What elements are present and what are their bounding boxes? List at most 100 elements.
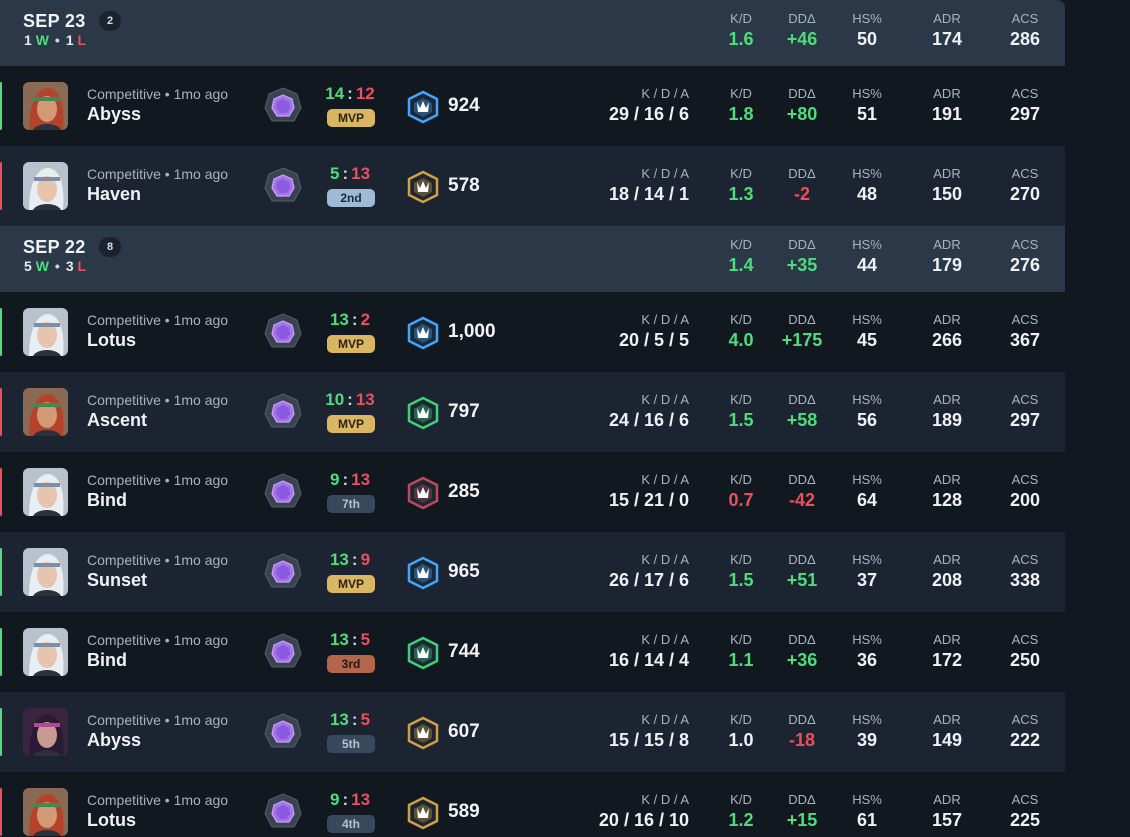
- day-wins: 5: [24, 258, 32, 274]
- agent-portrait-white-hair: [23, 162, 68, 210]
- kd-label: K/D: [730, 392, 752, 407]
- match-row[interactable]: Competitive • 1mo ago Abyss 13:5 5th 607…: [0, 692, 1065, 772]
- score-us: 13: [329, 550, 349, 569]
- losses-label: L: [77, 32, 87, 48]
- map-name: Lotus: [87, 810, 136, 830]
- hs-label: HS%: [852, 166, 882, 181]
- dd-label: DDΔ: [788, 792, 816, 807]
- dd-stat: DDΔ -2: [767, 146, 837, 205]
- match-row[interactable]: Competitive • 1mo ago Bind 13:5 3rd 744 …: [0, 612, 1065, 692]
- kd-label: K/D: [730, 552, 752, 567]
- day-losses: 3: [65, 258, 74, 274]
- match-row[interactable]: Competitive • 1mo ago Bind 9:13 7th 285 …: [0, 452, 1065, 532]
- match-row[interactable]: Competitive • 1mo ago Haven 5:13 2nd 578…: [0, 146, 1065, 226]
- hs-label: HS%: [852, 237, 882, 252]
- result-accent-bar: [0, 468, 2, 516]
- acs-stat: ACS 250: [990, 612, 1060, 671]
- dd-stat: DDΔ +80: [767, 66, 837, 125]
- score-them: 9: [360, 550, 371, 569]
- acs-label: ACS: [1011, 11, 1039, 26]
- agent-portrait-white-hair: [23, 548, 68, 596]
- kda-label: K / D / A: [641, 712, 689, 727]
- score-them: 13: [351, 790, 371, 809]
- acs-label: ACS: [1011, 312, 1039, 327]
- match-row[interactable]: Competitive • 1mo ago Sunset 13:9 MVP 96…: [0, 532, 1065, 612]
- acs-label: ACS: [1011, 392, 1039, 407]
- dd-label: DDΔ: [788, 11, 816, 26]
- hs-value: 39: [856, 730, 878, 750]
- performance-rank-icon: [406, 476, 440, 510]
- dd-value: +175: [781, 330, 823, 350]
- match-mode-time: Competitive • 1mo ago: [87, 392, 229, 408]
- adr-value: 191: [931, 104, 963, 124]
- result-accent-bar: [0, 548, 2, 596]
- dd-value: -18: [788, 730, 815, 750]
- acs-value: 286: [1009, 29, 1041, 49]
- map-name: Ascent: [87, 410, 148, 430]
- dd-value: -42: [788, 490, 815, 510]
- acs-label: ACS: [1011, 166, 1039, 181]
- agent-portrait-red-hair: [23, 388, 68, 436]
- adr-label: ADR: [933, 712, 961, 727]
- performance-score: 797: [448, 401, 480, 422]
- map-name: Haven: [87, 184, 142, 204]
- performance-score: 589: [448, 801, 480, 822]
- day-header: SEP 23 2 1 W • 1 L K/D 1.6 DDΔ +46 HS% 50 …: [0, 0, 1065, 67]
- kd-stat: K/D 1.3: [706, 146, 776, 205]
- acs-label: ACS: [1011, 552, 1039, 567]
- kda-value: 15 / 21 / 0: [608, 490, 689, 510]
- kd-label: K/D: [730, 312, 752, 327]
- adr-value: 266: [931, 330, 963, 350]
- dd-value: +51: [786, 570, 818, 590]
- placement-badge: 7th: [327, 495, 375, 513]
- dd-label: DDΔ: [788, 237, 816, 252]
- match-row[interactable]: Competitive • 1mo ago Abyss 14:12 MVP 92…: [0, 66, 1065, 146]
- acs-stat: ACS 276: [990, 226, 1060, 276]
- kd-label: K/D: [730, 11, 752, 26]
- adr-label: ADR: [933, 552, 961, 567]
- rank-icon: [264, 793, 302, 831]
- dd-value: +46: [786, 29, 818, 49]
- hs-stat: HS% 56: [832, 372, 902, 431]
- performance-score: 607: [448, 721, 480, 742]
- adr-stat: ADR 128: [912, 452, 982, 511]
- adr-stat: ADR 266: [912, 292, 982, 351]
- adr-stat: ADR 179: [912, 226, 982, 276]
- acs-label: ACS: [1011, 472, 1039, 487]
- kd-value: 1.8: [728, 104, 754, 124]
- hs-stat: HS% 44: [832, 226, 902, 276]
- match-row[interactable]: Competitive • 1mo ago Ascent 10:13 MVP 7…: [0, 372, 1065, 452]
- placement-badge: 2nd: [327, 189, 375, 207]
- losses-label: L: [77, 258, 87, 274]
- match-mode-time: Competitive • 1mo ago: [87, 552, 229, 568]
- kda-value: 18 / 14 / 1: [608, 184, 689, 204]
- dd-value: +15: [786, 810, 818, 830]
- acs-stat: ACS 222: [990, 692, 1060, 751]
- match-mode-time: Competitive • 1mo ago: [87, 472, 229, 488]
- hs-stat: HS% 64: [832, 452, 902, 511]
- agent-portrait-white-hair: [23, 468, 68, 516]
- acs-value: 200: [1009, 490, 1041, 510]
- hs-value: 56: [856, 410, 878, 430]
- agent-portrait-red-hair: [23, 82, 68, 130]
- match-row[interactable]: Competitive • 1mo ago Lotus 9:13 4th 589…: [0, 772, 1065, 837]
- kd-value: 0.7: [728, 490, 754, 510]
- kd-stat: K/D 1.0: [706, 692, 776, 751]
- kda-value: 29 / 16 / 6: [608, 104, 689, 124]
- dd-stat: DDΔ +175: [767, 292, 837, 351]
- kda-label: K / D / A: [641, 392, 689, 407]
- agent-portrait-white-hair: [23, 628, 68, 676]
- adr-stat: ADR 149: [912, 692, 982, 751]
- adr-value: 149: [931, 730, 963, 750]
- placement-badge: MVP: [327, 575, 375, 593]
- kd-label: K/D: [730, 237, 752, 252]
- performance-score: 1,000: [448, 321, 496, 342]
- adr-label: ADR: [933, 166, 961, 181]
- match-row[interactable]: Competitive • 1mo ago Lotus 13:2 MVP 1,0…: [0, 292, 1065, 372]
- adr-value: 174: [931, 29, 963, 49]
- hs-label: HS%: [852, 472, 882, 487]
- kd-label: K/D: [730, 632, 752, 647]
- performance-score: 578: [448, 175, 480, 196]
- kda-label: K / D / A: [641, 166, 689, 181]
- hs-stat: HS% 50: [832, 0, 902, 50]
